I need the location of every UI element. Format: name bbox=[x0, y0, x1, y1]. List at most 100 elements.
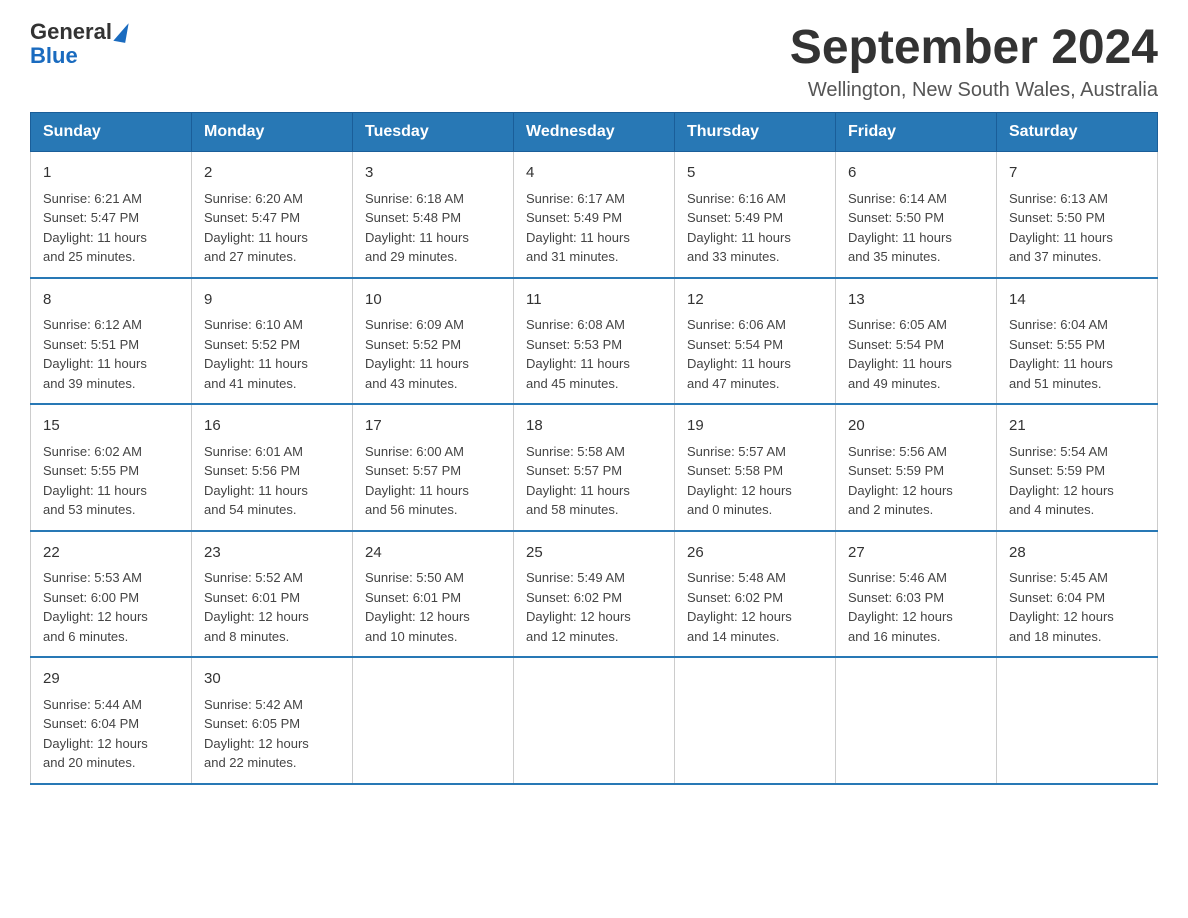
day-number: 9 bbox=[204, 289, 340, 312]
weekday-header-tuesday: Tuesday bbox=[353, 113, 514, 152]
calendar-week-row: 29 Sunrise: 5:44 AMSunset: 6:04 PMDaylig… bbox=[31, 657, 1158, 784]
day-number: 24 bbox=[365, 542, 501, 565]
day-number: 12 bbox=[687, 289, 823, 312]
calendar-body: 1 Sunrise: 6:21 AMSunset: 5:47 PMDayligh… bbox=[31, 152, 1158, 784]
calendar-header: SundayMondayTuesdayWednesdayThursdayFrid… bbox=[31, 113, 1158, 152]
calendar-cell: 28 Sunrise: 5:45 AMSunset: 6:04 PMDaylig… bbox=[997, 531, 1158, 658]
day-info: Sunrise: 6:10 AMSunset: 5:52 PMDaylight:… bbox=[204, 317, 308, 391]
calendar-cell: 25 Sunrise: 5:49 AMSunset: 6:02 PMDaylig… bbox=[514, 531, 675, 658]
weekday-header-sunday: Sunday bbox=[31, 113, 192, 152]
calendar-cell: 19 Sunrise: 5:57 AMSunset: 5:58 PMDaylig… bbox=[675, 404, 836, 531]
day-number: 29 bbox=[43, 668, 179, 691]
day-number: 16 bbox=[204, 415, 340, 438]
day-info: Sunrise: 6:01 AMSunset: 5:56 PMDaylight:… bbox=[204, 444, 308, 518]
day-info: Sunrise: 6:04 AMSunset: 5:55 PMDaylight:… bbox=[1009, 317, 1113, 391]
logo-triangle-icon bbox=[113, 21, 128, 43]
calendar-cell: 18 Sunrise: 5:58 AMSunset: 5:57 PMDaylig… bbox=[514, 404, 675, 531]
calendar-cell: 20 Sunrise: 5:56 AMSunset: 5:59 PMDaylig… bbox=[836, 404, 997, 531]
calendar-cell: 26 Sunrise: 5:48 AMSunset: 6:02 PMDaylig… bbox=[675, 531, 836, 658]
calendar-cell: 6 Sunrise: 6:14 AMSunset: 5:50 PMDayligh… bbox=[836, 152, 997, 278]
day-number: 6 bbox=[848, 162, 984, 185]
calendar-cell: 29 Sunrise: 5:44 AMSunset: 6:04 PMDaylig… bbox=[31, 657, 192, 784]
weekday-header-thursday: Thursday bbox=[675, 113, 836, 152]
day-number: 13 bbox=[848, 289, 984, 312]
logo: General Blue bbox=[30, 20, 127, 68]
day-info: Sunrise: 6:06 AMSunset: 5:54 PMDaylight:… bbox=[687, 317, 791, 391]
calendar-week-row: 22 Sunrise: 5:53 AMSunset: 6:00 PMDaylig… bbox=[31, 531, 1158, 658]
weekday-header-wednesday: Wednesday bbox=[514, 113, 675, 152]
calendar-cell bbox=[675, 657, 836, 784]
day-number: 1 bbox=[43, 162, 179, 185]
calendar-cell: 24 Sunrise: 5:50 AMSunset: 6:01 PMDaylig… bbox=[353, 531, 514, 658]
day-info: Sunrise: 6:17 AMSunset: 5:49 PMDaylight:… bbox=[526, 191, 630, 265]
day-number: 8 bbox=[43, 289, 179, 312]
weekday-header-friday: Friday bbox=[836, 113, 997, 152]
calendar-cell: 27 Sunrise: 5:46 AMSunset: 6:03 PMDaylig… bbox=[836, 531, 997, 658]
day-number: 26 bbox=[687, 542, 823, 565]
calendar-cell: 22 Sunrise: 5:53 AMSunset: 6:00 PMDaylig… bbox=[31, 531, 192, 658]
day-info: Sunrise: 5:52 AMSunset: 6:01 PMDaylight:… bbox=[204, 570, 309, 644]
day-number: 22 bbox=[43, 542, 179, 565]
calendar-cell: 2 Sunrise: 6:20 AMSunset: 5:47 PMDayligh… bbox=[192, 152, 353, 278]
day-number: 18 bbox=[526, 415, 662, 438]
day-info: Sunrise: 6:20 AMSunset: 5:47 PMDaylight:… bbox=[204, 191, 308, 265]
calendar-week-row: 1 Sunrise: 6:21 AMSunset: 5:47 PMDayligh… bbox=[31, 152, 1158, 278]
calendar-cell: 13 Sunrise: 6:05 AMSunset: 5:54 PMDaylig… bbox=[836, 278, 997, 405]
calendar-cell: 5 Sunrise: 6:16 AMSunset: 5:49 PMDayligh… bbox=[675, 152, 836, 278]
day-number: 11 bbox=[526, 289, 662, 312]
day-number: 15 bbox=[43, 415, 179, 438]
day-info: Sunrise: 6:00 AMSunset: 5:57 PMDaylight:… bbox=[365, 444, 469, 518]
weekday-header-row: SundayMondayTuesdayWednesdayThursdayFrid… bbox=[31, 113, 1158, 152]
day-info: Sunrise: 6:08 AMSunset: 5:53 PMDaylight:… bbox=[526, 317, 630, 391]
day-number: 2 bbox=[204, 162, 340, 185]
day-number: 25 bbox=[526, 542, 662, 565]
day-info: Sunrise: 5:54 AMSunset: 5:59 PMDaylight:… bbox=[1009, 444, 1114, 518]
day-number: 20 bbox=[848, 415, 984, 438]
calendar-cell bbox=[836, 657, 997, 784]
day-number: 3 bbox=[365, 162, 501, 185]
day-number: 17 bbox=[365, 415, 501, 438]
day-info: Sunrise: 6:12 AMSunset: 5:51 PMDaylight:… bbox=[43, 317, 147, 391]
day-number: 23 bbox=[204, 542, 340, 565]
day-info: Sunrise: 6:14 AMSunset: 5:50 PMDaylight:… bbox=[848, 191, 952, 265]
calendar-cell: 14 Sunrise: 6:04 AMSunset: 5:55 PMDaylig… bbox=[997, 278, 1158, 405]
calendar-cell bbox=[353, 657, 514, 784]
calendar-cell: 12 Sunrise: 6:06 AMSunset: 5:54 PMDaylig… bbox=[675, 278, 836, 405]
day-info: Sunrise: 5:46 AMSunset: 6:03 PMDaylight:… bbox=[848, 570, 953, 644]
location-subtitle: Wellington, New South Wales, Australia bbox=[790, 79, 1158, 102]
calendar-table: SundayMondayTuesdayWednesdayThursdayFrid… bbox=[30, 112, 1158, 785]
day-info: Sunrise: 5:44 AMSunset: 6:04 PMDaylight:… bbox=[43, 697, 148, 771]
calendar-cell: 11 Sunrise: 6:08 AMSunset: 5:53 PMDaylig… bbox=[514, 278, 675, 405]
calendar-cell bbox=[997, 657, 1158, 784]
day-number: 14 bbox=[1009, 289, 1145, 312]
calendar-cell: 21 Sunrise: 5:54 AMSunset: 5:59 PMDaylig… bbox=[997, 404, 1158, 531]
day-number: 21 bbox=[1009, 415, 1145, 438]
weekday-header-saturday: Saturday bbox=[997, 113, 1158, 152]
day-info: Sunrise: 6:09 AMSunset: 5:52 PMDaylight:… bbox=[365, 317, 469, 391]
day-number: 5 bbox=[687, 162, 823, 185]
day-number: 10 bbox=[365, 289, 501, 312]
day-info: Sunrise: 6:18 AMSunset: 5:48 PMDaylight:… bbox=[365, 191, 469, 265]
page-header: General Blue September 2024 Wellington, … bbox=[30, 20, 1158, 102]
day-number: 30 bbox=[204, 668, 340, 691]
calendar-week-row: 15 Sunrise: 6:02 AMSunset: 5:55 PMDaylig… bbox=[31, 404, 1158, 531]
day-info: Sunrise: 6:13 AMSunset: 5:50 PMDaylight:… bbox=[1009, 191, 1113, 265]
day-number: 19 bbox=[687, 415, 823, 438]
day-number: 4 bbox=[526, 162, 662, 185]
day-info: Sunrise: 5:48 AMSunset: 6:02 PMDaylight:… bbox=[687, 570, 792, 644]
calendar-cell: 30 Sunrise: 5:42 AMSunset: 6:05 PMDaylig… bbox=[192, 657, 353, 784]
day-info: Sunrise: 5:58 AMSunset: 5:57 PMDaylight:… bbox=[526, 444, 630, 518]
calendar-week-row: 8 Sunrise: 6:12 AMSunset: 5:51 PMDayligh… bbox=[31, 278, 1158, 405]
day-info: Sunrise: 6:02 AMSunset: 5:55 PMDaylight:… bbox=[43, 444, 147, 518]
title-area: September 2024 Wellington, New South Wal… bbox=[790, 20, 1158, 102]
calendar-cell: 3 Sunrise: 6:18 AMSunset: 5:48 PMDayligh… bbox=[353, 152, 514, 278]
calendar-cell: 15 Sunrise: 6:02 AMSunset: 5:55 PMDaylig… bbox=[31, 404, 192, 531]
calendar-cell bbox=[514, 657, 675, 784]
day-info: Sunrise: 5:45 AMSunset: 6:04 PMDaylight:… bbox=[1009, 570, 1114, 644]
day-info: Sunrise: 5:57 AMSunset: 5:58 PMDaylight:… bbox=[687, 444, 792, 518]
month-year-title: September 2024 bbox=[790, 20, 1158, 75]
day-info: Sunrise: 6:21 AMSunset: 5:47 PMDaylight:… bbox=[43, 191, 147, 265]
day-info: Sunrise: 6:05 AMSunset: 5:54 PMDaylight:… bbox=[848, 317, 952, 391]
calendar-cell: 16 Sunrise: 6:01 AMSunset: 5:56 PMDaylig… bbox=[192, 404, 353, 531]
day-info: Sunrise: 5:49 AMSunset: 6:02 PMDaylight:… bbox=[526, 570, 631, 644]
